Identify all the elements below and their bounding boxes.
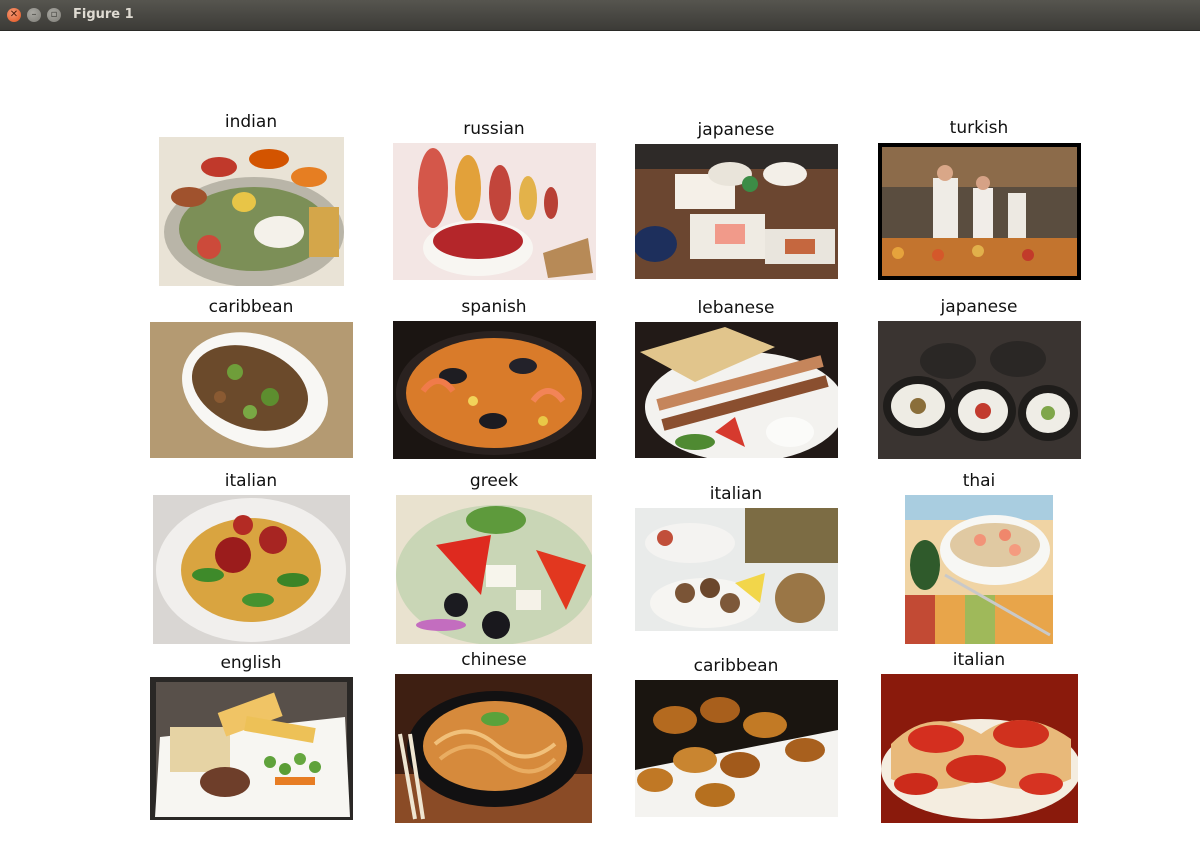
window-title: Figure 1	[73, 7, 134, 22]
food-image-greek	[396, 495, 592, 644]
food-image-japanese-2	[878, 321, 1081, 459]
food-image-caribbean-2	[635, 680, 838, 817]
food-image-italian-3	[881, 674, 1078, 823]
figure-canvas: indian russian japanese turkish caribbea…	[0, 31, 1200, 866]
subplot-title: turkish	[949, 118, 1009, 138]
food-image-spanish	[393, 321, 596, 459]
minimize-window-button[interactable]: –	[27, 8, 41, 22]
food-image-turkish	[878, 143, 1081, 280]
subplot-title: spanish	[461, 297, 527, 317]
food-image-italian-2	[635, 508, 838, 631]
subplot-title: italian	[709, 484, 763, 504]
food-image-caribbean	[150, 322, 353, 458]
subplot-title: english	[220, 653, 282, 673]
subplot-title: chinese	[461, 650, 527, 670]
food-image-english	[150, 677, 353, 820]
window-titlebar[interactable]: ✕ – ▫ Figure 1	[0, 0, 1200, 31]
subplot-title: japanese	[697, 120, 775, 140]
subplot-title: russian	[463, 119, 525, 139]
food-image-russian	[393, 143, 596, 280]
subplot-title: japanese	[940, 297, 1018, 317]
subplot-title: lebanese	[697, 298, 775, 318]
subplot-title: caribbean	[693, 656, 779, 676]
subplot-title: indian	[224, 112, 278, 132]
food-image-indian	[159, 137, 344, 286]
subplot-title: thai	[962, 471, 996, 491]
close-window-button[interactable]: ✕	[7, 8, 21, 22]
food-image-chinese	[395, 674, 592, 823]
food-image-lebanese	[635, 322, 838, 458]
food-image-japanese	[635, 144, 838, 279]
subplot-title: italian	[224, 471, 278, 491]
maximize-window-button[interactable]: ▫	[47, 8, 61, 22]
food-image-italian	[153, 495, 350, 644]
subplot-title: caribbean	[208, 297, 294, 317]
food-image-thai	[905, 495, 1053, 644]
subplot-title: greek	[469, 471, 519, 491]
subplot-title: italian	[952, 650, 1006, 670]
